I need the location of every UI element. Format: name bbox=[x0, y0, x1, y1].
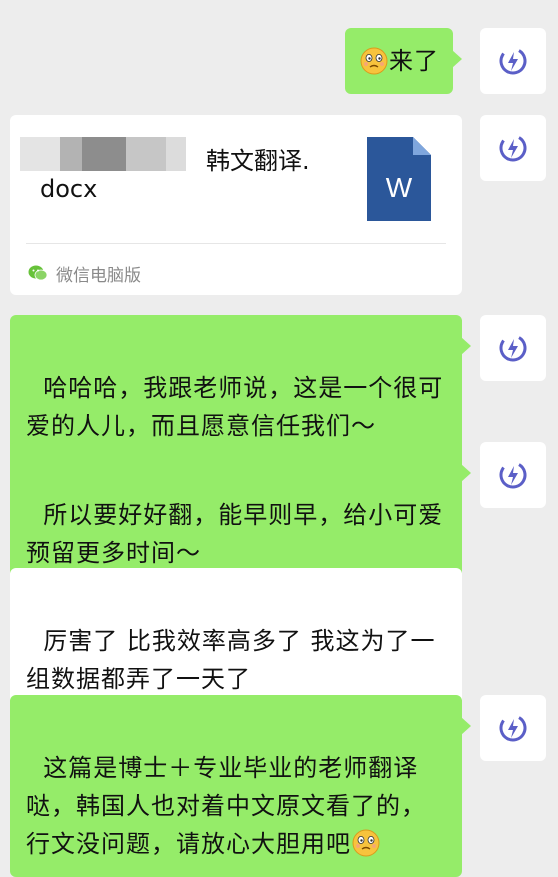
message-text: 哈哈哈，我跟老师说，这是一个很可爱的人儿，而且愿意信任我们～ bbox=[26, 374, 444, 440]
sent-message-bubble[interactable]: 哈哈哈，我跟老师说，这是一个很可爱的人儿，而且愿意信任我们～ bbox=[10, 315, 471, 461]
file-message-card[interactable]: 韩文翻译. docx W 微信电脑版 bbox=[10, 115, 462, 295]
card-divider bbox=[26, 243, 446, 244]
avatar-icon bbox=[493, 128, 533, 168]
blurred-filename bbox=[82, 137, 126, 171]
file-name-line2: docx bbox=[40, 175, 98, 203]
message-text: 所以要好好翻，能早则早，给小可爱预留更多时间～ bbox=[26, 501, 444, 567]
message-text: 厉害了 比我效率高多了 我这为了一组数据都弄了一天了 bbox=[26, 627, 436, 693]
pensive-face-emoji-icon bbox=[359, 46, 389, 76]
wechat-icon bbox=[28, 265, 48, 281]
blurred-filename bbox=[166, 137, 186, 171]
user-avatar[interactable] bbox=[480, 28, 546, 94]
word-file-icon: W bbox=[367, 137, 431, 221]
pensive-face-emoji-icon bbox=[351, 828, 381, 858]
blurred-filename bbox=[60, 137, 82, 171]
avatar-icon bbox=[493, 455, 533, 495]
avatar-icon bbox=[493, 41, 533, 81]
blurred-filename bbox=[20, 137, 60, 171]
source-app-row: 微信电脑版 bbox=[28, 261, 141, 286]
word-icon-letter: W bbox=[386, 172, 413, 203]
sent-message-bubble[interactable]: 所以要好好翻，能早则早，给小可爱预留更多时间～ bbox=[10, 442, 471, 588]
sent-message-bubble[interactable]: 来了 bbox=[345, 28, 462, 94]
avatar-icon bbox=[493, 328, 533, 368]
avatar-icon bbox=[493, 708, 533, 748]
source-app-label: 微信电脑版 bbox=[56, 265, 141, 286]
file-name-line1: 韩文翻译. bbox=[206, 147, 310, 175]
user-avatar[interactable] bbox=[480, 442, 546, 508]
user-avatar[interactable] bbox=[480, 315, 546, 381]
blurred-filename bbox=[126, 137, 166, 171]
user-avatar[interactable] bbox=[480, 115, 546, 181]
message-text: 来了 bbox=[389, 47, 439, 75]
received-message-bubble[interactable]: 厉害了 比我效率高多了 我这为了一组数据都弄了一天了 bbox=[10, 568, 462, 714]
user-avatar[interactable] bbox=[480, 695, 546, 761]
